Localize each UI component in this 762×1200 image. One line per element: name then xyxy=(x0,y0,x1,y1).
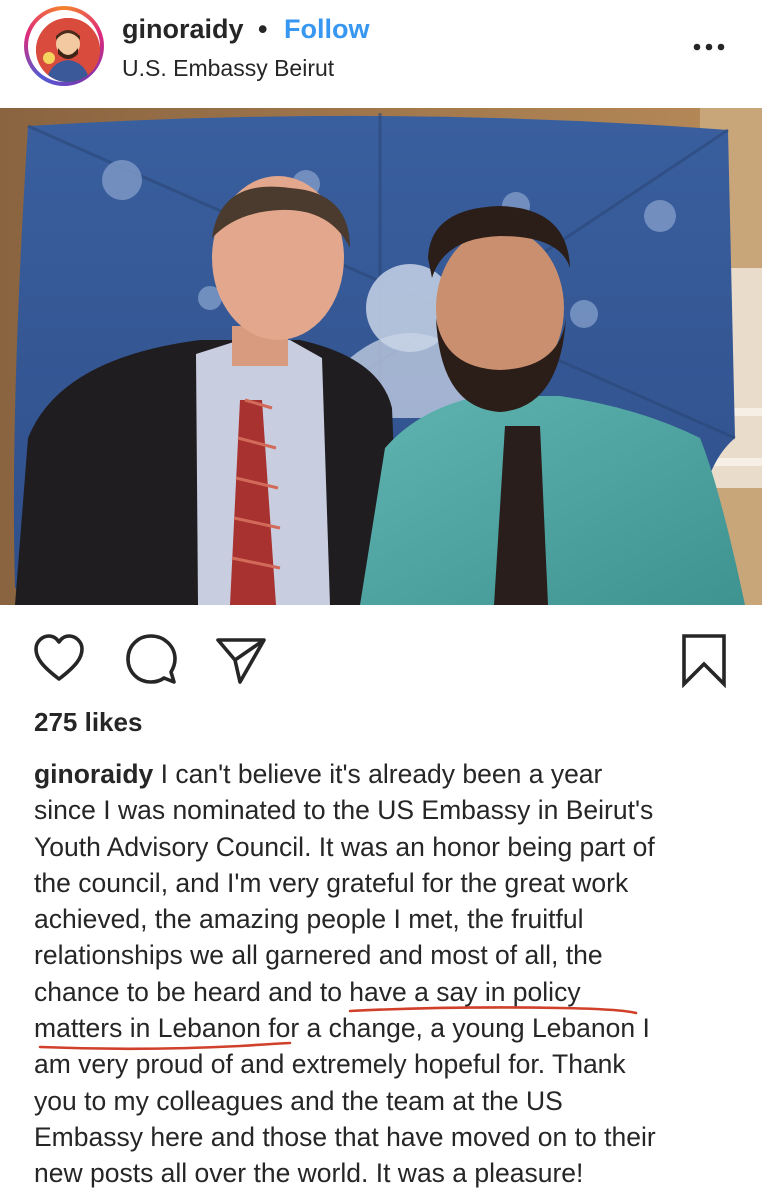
caption-line: relationships we all garnered and most o… xyxy=(34,940,603,971)
paper-plane-icon[interactable] xyxy=(214,632,268,686)
username[interactable]: ginoraidy xyxy=(122,14,244,45)
caption-line: since I was nominated to the US Embassy … xyxy=(34,795,654,826)
caption-line: achieved, the amazing people I met, the … xyxy=(34,904,584,935)
bookmark-icon[interactable] xyxy=(676,632,732,688)
caption: ginoraidy I can't believe it's already b… xyxy=(34,756,754,1192)
more-options-icon[interactable] xyxy=(692,30,726,64)
caption-line: Youth Advisory Council. It was an honor … xyxy=(34,831,655,862)
story-ring[interactable] xyxy=(24,6,104,86)
post-header: ginoraidy • Follow U.S. Embassy Beirut xyxy=(0,0,762,108)
caption-line: the council, and I'm very grateful for t… xyxy=(34,867,629,898)
caption-line: Embassy here and those that have moved o… xyxy=(34,1121,656,1152)
caption-line: new posts all over the world. It was a p… xyxy=(34,1158,584,1189)
caption-line: chance to be heard and to have a say in … xyxy=(34,976,581,1007)
location-link[interactable]: U.S. Embassy Beirut xyxy=(122,55,334,82)
comment-bubble-icon[interactable] xyxy=(124,632,178,686)
avatar[interactable] xyxy=(36,18,100,82)
likes-count[interactable]: 275 likes xyxy=(34,707,142,738)
caption-line: matters in Lebanon for a change, a young… xyxy=(34,1013,650,1044)
caption-line: you to my colleagues and the team at the… xyxy=(34,1085,563,1116)
caption-username[interactable]: ginoraidy xyxy=(34,759,153,789)
separator-dot: • xyxy=(258,14,268,44)
caption-line: ginoraidy I can't believe it's already b… xyxy=(34,759,603,789)
follow-button[interactable]: Follow xyxy=(284,14,369,45)
heart-icon[interactable] xyxy=(32,632,86,686)
caption-line: am very proud of and extremely hopeful f… xyxy=(34,1049,626,1080)
post-photo[interactable] xyxy=(0,108,762,605)
